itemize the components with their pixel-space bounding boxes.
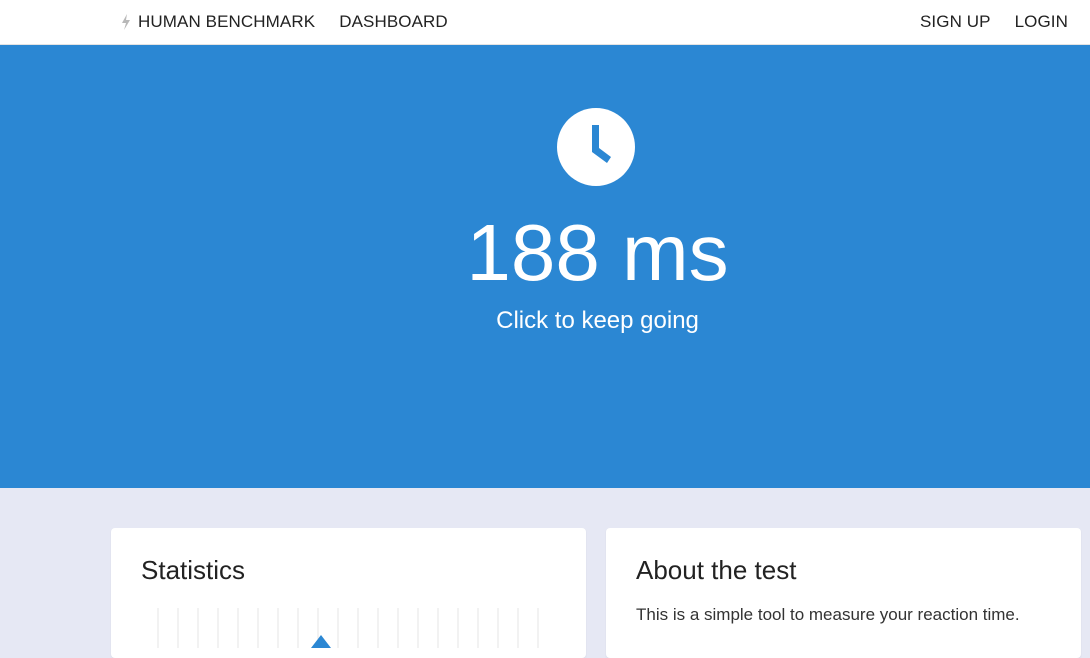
brand-label: HUMAN BENCHMARK xyxy=(138,12,316,31)
continue-hint: Click to keep going xyxy=(496,307,699,334)
reaction-time-result: 188 ms xyxy=(466,208,729,297)
clock-icon xyxy=(557,108,635,186)
lightning-bolt-icon xyxy=(122,14,130,30)
statistics-chart xyxy=(157,608,539,648)
nav-right-group: SIGN UP LOGIN xyxy=(920,0,1068,44)
reaction-test-area[interactable]: 188 ms Click to keep going xyxy=(0,45,1090,488)
sign-up-link[interactable]: SIGN UP xyxy=(920,12,991,32)
brand-link[interactable]: HUMAN BENCHMARK xyxy=(120,12,315,32)
login-link[interactable]: LOGIN xyxy=(1015,12,1068,32)
top-navbar: HUMAN BENCHMARK DASHBOARD SIGN UP LOGIN xyxy=(0,0,1090,45)
nav-link-dashboard[interactable]: DASHBOARD xyxy=(339,12,448,32)
nav-left-group: HUMAN BENCHMARK DASHBOARD xyxy=(120,0,448,44)
about-text: This is a simple tool to measure your re… xyxy=(636,605,1020,624)
about-title: About the test xyxy=(636,555,797,585)
statistics-title: Statistics xyxy=(141,555,246,585)
